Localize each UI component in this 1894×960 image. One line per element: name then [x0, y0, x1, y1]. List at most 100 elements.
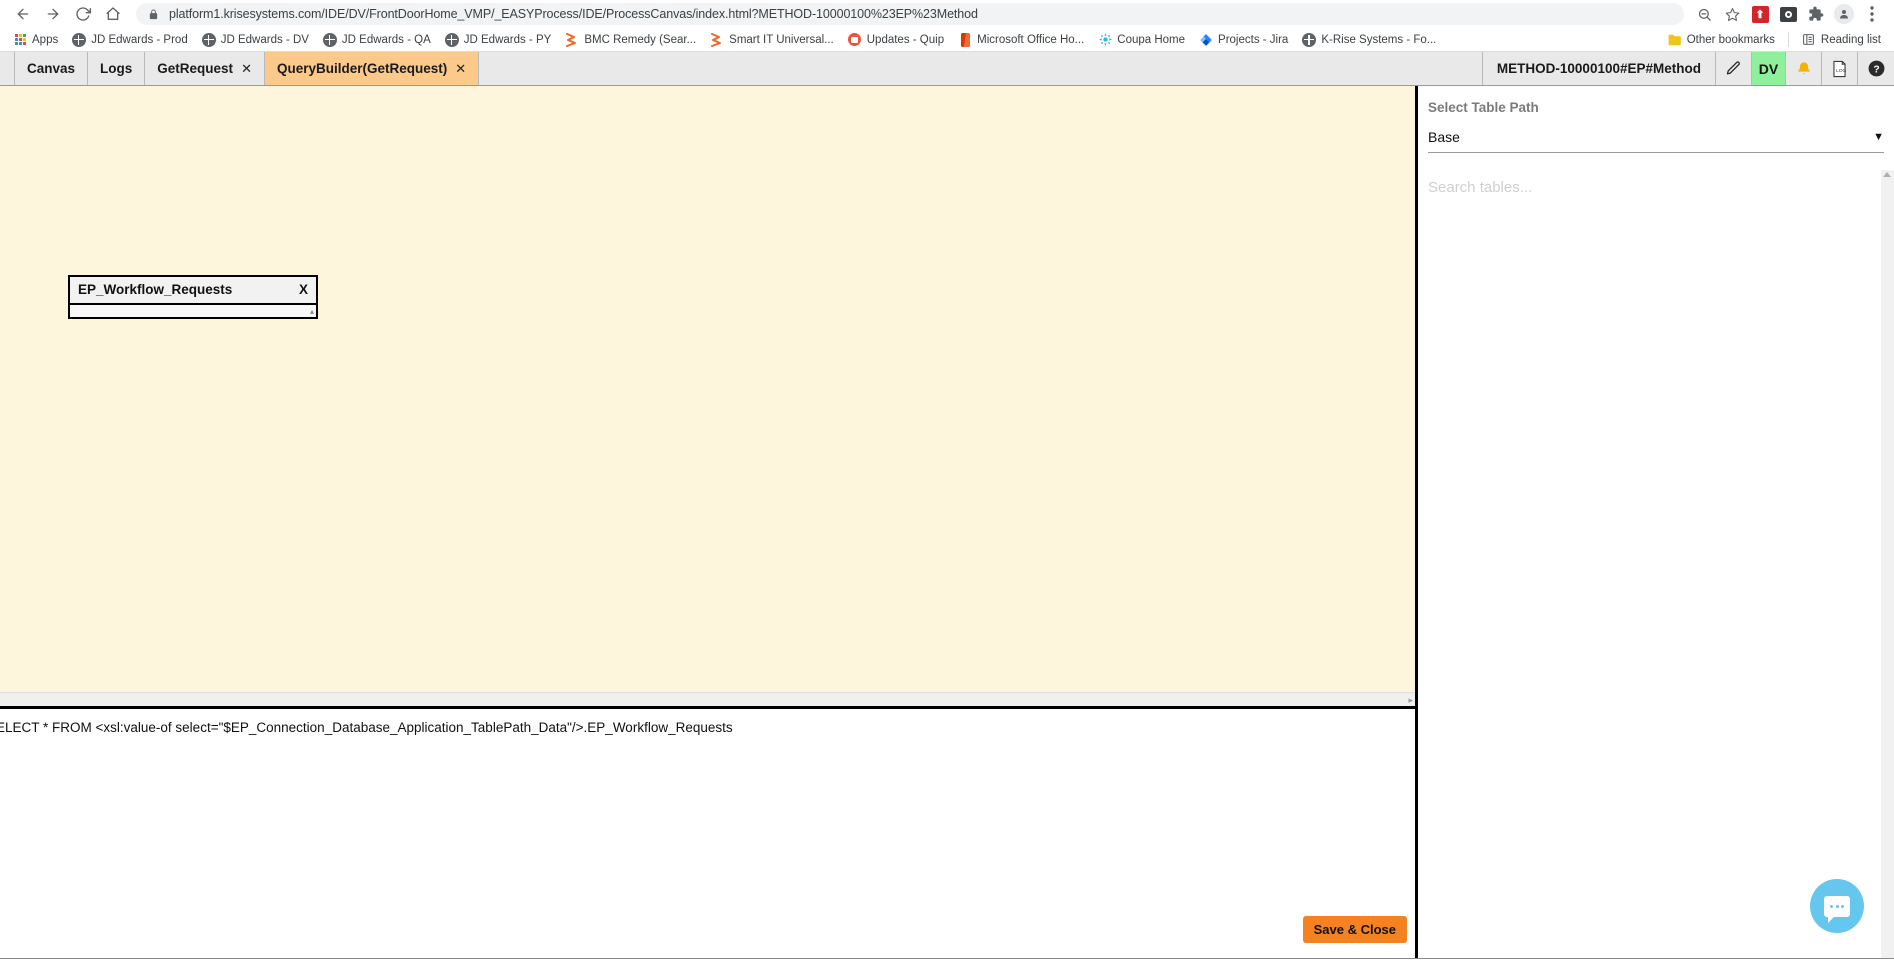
url-text: platform1.krisesystems.com/IDE/DV/FrontD… — [169, 7, 978, 21]
bookmark-smart-it-universal[interactable]: Smart IT Universal... — [703, 30, 841, 50]
bookmark-updates-quip[interactable]: Updates - Quip — [841, 30, 951, 50]
bookmark-label: Coupa Home — [1117, 33, 1186, 46]
extensions-puzzle-icon[interactable] — [1802, 1, 1830, 27]
reading-list-label: Reading list — [1820, 33, 1881, 46]
bookmark-bmc-remedy[interactable]: BMC Remedy (Sear... — [558, 30, 703, 50]
bookmark-label: K-Rise Systems - Fo... — [1321, 33, 1437, 46]
lock-icon — [148, 8, 159, 21]
forward-button[interactable] — [38, 1, 68, 27]
table-node-ep-workflow-requests[interactable]: EP_Workflow_Requests X ▴ — [68, 275, 318, 319]
table-node-header: EP_Workflow_Requests X — [70, 277, 316, 303]
logs-icon[interactable]: LOG — [1822, 52, 1858, 85]
globe-icon — [322, 32, 337, 47]
other-bookmarks-label: Other bookmarks — [1686, 33, 1775, 46]
globe-icon — [72, 32, 87, 47]
help-icon[interactable]: ? — [1858, 52, 1894, 85]
globe-icon — [201, 32, 216, 47]
table-node-title: EP_Workflow_Requests — [78, 282, 233, 297]
other-bookmarks-folder[interactable]: Other bookmarks — [1661, 30, 1782, 50]
panel-title: Select Table Path — [1428, 100, 1539, 115]
bookmarks-bar: Apps JD Edwards - Prod JD Edwards - DV J… — [0, 28, 1894, 52]
coupa-icon — [1098, 33, 1112, 47]
bookmark-label: Smart IT Universal... — [729, 33, 834, 46]
tab-label: Logs — [100, 61, 133, 76]
bookmark-projects-jira[interactable]: Projects - Jira — [1192, 30, 1295, 50]
quip-icon — [848, 33, 862, 47]
folder-icon — [1668, 33, 1682, 47]
bookmarks-divider — [1787, 32, 1789, 47]
chrome-menu-icon[interactable] — [1858, 1, 1886, 27]
edit-pencil-icon[interactable] — [1716, 52, 1752, 85]
bookmark-label: JD Edwards - PY — [463, 33, 552, 46]
sql-preview-pane[interactable]: ELECT * FROM <xsl:value-of select="$EP_C… — [0, 706, 1415, 958]
resize-handle-icon[interactable]: ▴ — [310, 308, 314, 316]
bookmark-k-rise-systems[interactable]: K-Rise Systems - Fo... — [1295, 30, 1443, 50]
method-identifier: METHOD-10000100#EP#Method — [1481, 52, 1716, 85]
query-canvas[interactable]: EP_Workflow_Requests X ▴ — [0, 86, 1415, 692]
tab-bar-spacer — [479, 52, 1482, 85]
back-button[interactable] — [8, 1, 38, 27]
reading-list-button[interactable]: Reading list — [1795, 30, 1888, 50]
globe-icon — [1302, 32, 1317, 47]
bookmark-jd-edwards-qa[interactable]: JD Edwards - QA — [316, 30, 438, 50]
environment-badge[interactable]: DV — [1752, 52, 1786, 85]
bookmark-jd-edwards-prod[interactable]: JD Edwards - Prod — [65, 30, 195, 50]
profile-avatar-icon[interactable] — [1830, 1, 1858, 27]
bookmark-label: Microsoft Office Ho... — [977, 33, 1085, 46]
tab-label: Canvas — [27, 61, 76, 76]
tab-close-icon[interactable]: ✕ — [455, 62, 466, 75]
bookmark-star-icon[interactable] — [1718, 1, 1746, 27]
jira-icon — [1199, 33, 1213, 47]
tab-close-icon[interactable]: ✕ — [241, 62, 252, 75]
chevron-down-icon: ▼ — [1873, 131, 1884, 143]
app-tab-bar: Canvas Logs GetRequest ✕ QueryBuilder(Ge… — [0, 52, 1894, 86]
bookmark-label: Updates - Quip — [866, 33, 945, 46]
microsoft-office-icon — [958, 32, 972, 47]
bookmark-microsoft-office-home[interactable]: Microsoft Office Ho... — [951, 30, 1091, 50]
tab-bar-left-edge — [0, 52, 15, 85]
svg-text:LOG: LOG — [1836, 67, 1846, 73]
sql-query-text: ELECT * FROM <xsl:value-of select="$EP_C… — [0, 720, 733, 735]
table-node-columns-area[interactable]: ▴ — [70, 303, 316, 317]
tab-logs[interactable]: Logs — [88, 52, 146, 85]
bookmark-apps[interactable]: Apps — [6, 30, 65, 50]
browser-toolbar: platform1.krisesystems.com/IDE/DV/FrontD… — [0, 0, 1894, 28]
canvas-horizontal-scrollbar[interactable]: ▸ — [0, 692, 1415, 706]
query-builder-pane: EP_Workflow_Requests X ▴ ▸ ELECT * FROM … — [0, 86, 1418, 958]
tab-label: GetRequest — [157, 61, 234, 76]
browser-toolbar-icons: ⬆ — [1690, 1, 1886, 27]
tab-querybuilder-getrequest[interactable]: QueryBuilder(GetRequest) ✕ — [264, 52, 480, 85]
bookmark-jd-edwards-py[interactable]: JD Edwards - PY — [438, 30, 559, 50]
tab-canvas[interactable]: Canvas — [15, 52, 89, 85]
bookmark-coupa-home[interactable]: Coupa Home — [1091, 30, 1192, 50]
bookmark-label: BMC Remedy (Sear... — [584, 33, 697, 46]
chat-support-button[interactable] — [1810, 879, 1864, 933]
bmc-remedy-icon — [710, 32, 724, 47]
bookmark-jd-edwards-dv[interactable]: JD Edwards - DV — [195, 30, 316, 50]
address-bar[interactable]: platform1.krisesystems.com/IDE/DV/FrontD… — [136, 3, 1684, 25]
main-content-area: EP_Workflow_Requests X ▴ ▸ ELECT * FROM … — [0, 86, 1894, 958]
extension-dark-icon[interactable] — [1774, 1, 1802, 27]
chat-bubble-icon — [1824, 895, 1850, 923]
table-list-scrollbar[interactable] — [1881, 170, 1894, 958]
tab-label: QueryBuilder(GetRequest) — [276, 61, 448, 76]
search-tables-input[interactable] — [1428, 179, 1884, 196]
adobe-acrobat-extension-icon[interactable]: ⬆ — [1746, 1, 1774, 27]
bookmark-label: JD Edwards - DV — [220, 33, 309, 46]
home-button[interactable] — [98, 1, 128, 27]
reading-list-icon — [1802, 33, 1816, 47]
tab-getrequest[interactable]: GetRequest ✕ — [145, 52, 265, 85]
scroll-up-arrow-icon[interactable] — [1883, 172, 1891, 177]
bookmark-label: Projects - Jira — [1218, 33, 1289, 46]
table-path-select[interactable]: Base ▼ — [1428, 129, 1884, 153]
scroll-right-arrow-icon[interactable]: ▸ — [1408, 694, 1413, 706]
table-node-close-icon[interactable]: X — [299, 282, 308, 297]
bookmark-label: JD Edwards - QA — [341, 33, 431, 46]
zoom-out-icon[interactable] — [1690, 1, 1718, 27]
apps-grid-icon — [13, 33, 27, 47]
reload-button[interactable] — [68, 1, 98, 27]
globe-icon — [444, 32, 459, 47]
bookmark-label: Apps — [32, 33, 59, 46]
notification-bell-icon[interactable] — [1786, 52, 1822, 85]
save-and-close-button[interactable]: Save & Close — [1302, 916, 1407, 943]
